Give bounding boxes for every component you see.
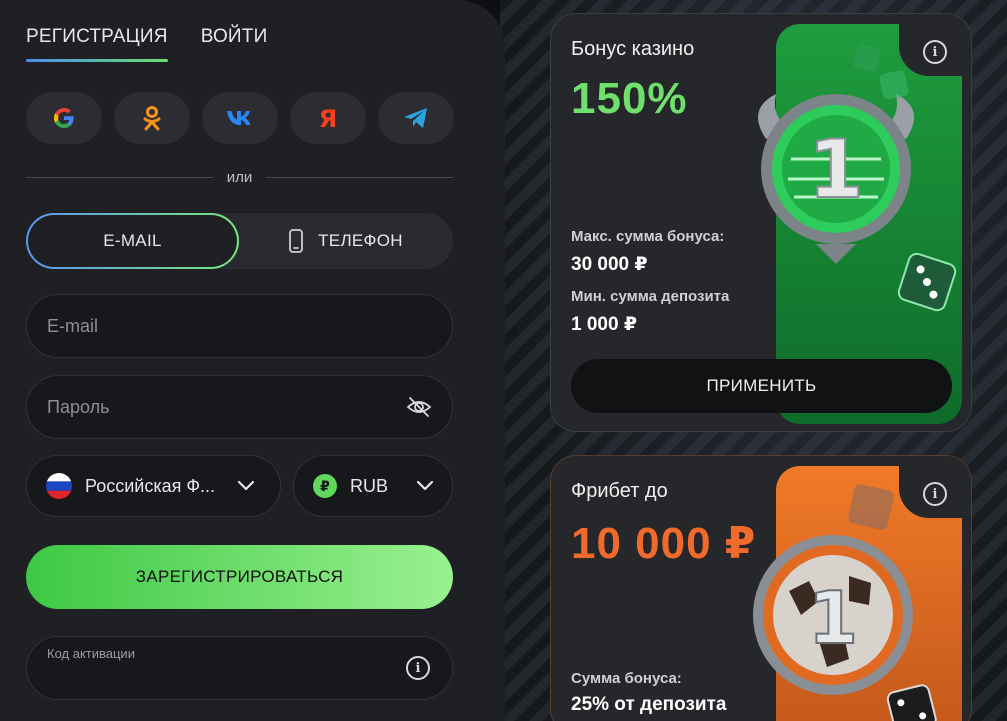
bonus-amount-label: Сумма бонуса: [571,670,682,687]
vk-login-button[interactable] [202,92,278,144]
info-icon[interactable]: i [923,40,947,64]
freebet-card: 1 Фрибет до 10 000 ₽ i Сумма бонуса: 25%… [550,455,972,721]
country-value: Российская Ф... [85,475,216,496]
min-deposit-value: 1 000 ₽ [571,314,638,335]
yandex-icon: Я [319,105,337,131]
vk-icon [227,111,251,125]
activation-code-label: Код активации [47,646,135,661]
svg-text:Я: Я [319,105,337,131]
max-bonus-label: Макс. сумма бонуса: [571,228,725,245]
password-field[interactable] [47,396,406,418]
tab-register[interactable]: РЕГИСТРАЦИЯ [26,26,168,62]
google-icon [54,108,74,128]
card-title: Бонус казино [571,38,695,60]
info-icon[interactable]: i [923,482,947,506]
medal-number: 1 [808,576,858,660]
email-method-button[interactable]: E-MAIL [26,213,239,269]
casino-bonus-card: 1 Бонус казино 150% i Макс. сумма бонуса… [550,13,972,432]
dice-icon [853,44,909,100]
password-field-wrapper [26,375,453,439]
bonus-amount-value: 25% от депозита [571,694,727,715]
info-icon[interactable]: i [406,656,430,680]
medal-icon: 1 [753,535,913,695]
dice-icon [886,684,937,721]
card-amount: 150% [571,74,688,123]
registration-panel: РЕГИСТРАЦИЯ ВОЙТИ Я или E-MAIL ТЕЛЕФОН E… [0,0,505,721]
card-amount: 10 000 ₽ [571,519,757,568]
odnoklassniki-login-button[interactable] [114,92,190,144]
email-field-wrapper [26,294,453,358]
eye-off-icon[interactable] [406,396,432,418]
tab-login[interactable]: ВОЙТИ [201,26,268,62]
phone-method-label: ТЕЛЕФОН [318,231,403,250]
yandex-login-button[interactable]: Я [290,92,366,144]
registration-method-toggle: E-MAIL ТЕЛЕФОН [26,213,453,269]
dice-icon [897,252,957,312]
max-bonus-value: 30 000 ₽ [571,254,648,275]
apply-button-label: ПРИМЕНИТЬ [706,376,817,395]
social-login-buttons: Я [26,92,454,144]
min-deposit-label: Мин. сумма депозита [571,288,730,305]
google-login-button[interactable] [26,92,102,144]
phone-icon [289,229,304,253]
telegram-icon [404,108,427,128]
divider-line [266,176,454,178]
telegram-login-button[interactable] [378,92,454,144]
russia-flag-icon [46,473,72,499]
card-title: Фрибет до [571,480,668,502]
or-divider: или [26,168,454,186]
chevron-down-icon [237,480,255,491]
svg-text:₽: ₽ [320,479,330,495]
ruble-icon: ₽ [313,474,337,498]
activation-code-field[interactable]: Код активации i [26,636,453,700]
divider-line [26,176,213,178]
auth-tabs: РЕГИСТРАЦИЯ ВОЙТИ [26,26,267,62]
register-button-label: ЗАРЕГИСТРИРОВАТЬСЯ [135,567,344,586]
country-select[interactable]: Российская Ф... [26,455,281,517]
email-field[interactable] [47,315,432,337]
divider-text: или [226,168,253,186]
register-button[interactable]: ЗАРЕГИСТРИРОВАТЬСЯ [26,545,453,609]
currency-select[interactable]: ₽ RUB [293,455,453,517]
apply-button[interactable]: ПРИМЕНИТЬ [571,359,952,413]
phone-method-button[interactable]: ТЕЛЕФОН [239,213,452,269]
medal-number: 1 [808,123,864,216]
email-method-label: E-MAIL [103,231,162,250]
chevron-down-icon [416,480,434,491]
currency-value: RUB [350,475,389,496]
odnoklassniki-icon [143,106,161,131]
